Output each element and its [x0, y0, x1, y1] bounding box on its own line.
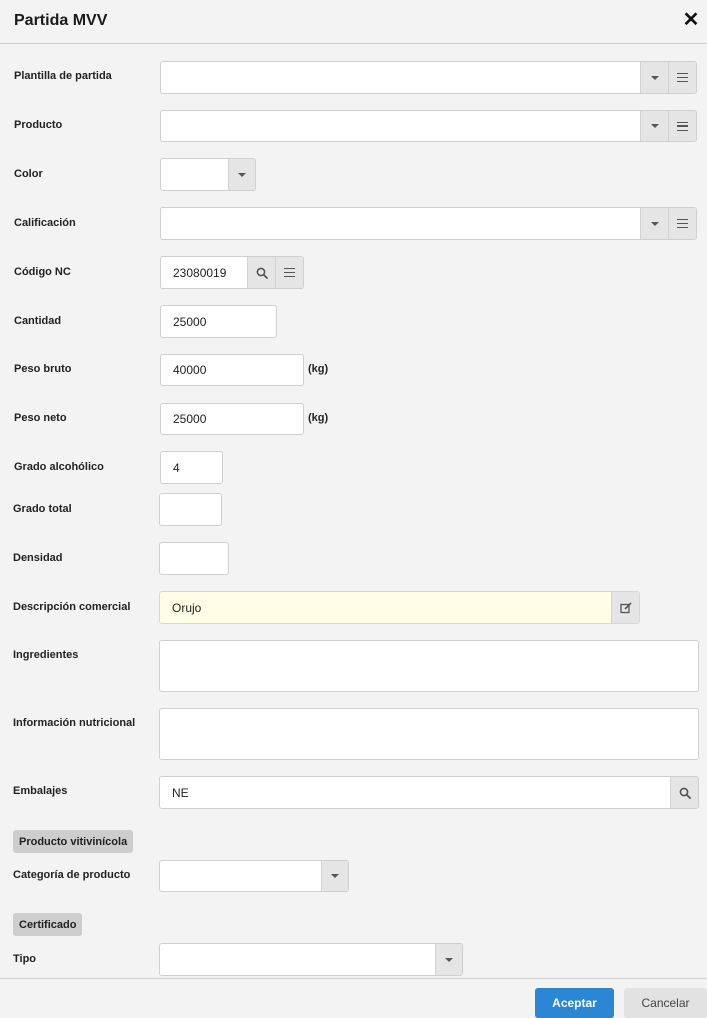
peso-neto-value: 25000	[173, 412, 207, 426]
peso-neto-input[interactable]: 25000	[160, 403, 304, 435]
chevron-down-icon	[650, 75, 659, 80]
chevron-down-icon	[445, 957, 453, 962]
peso-bruto-unit: (kg)	[308, 363, 329, 375]
ingredientes-label: Ingredientes	[13, 649, 79, 661]
peso-bruto-value: 40000	[173, 363, 207, 377]
cantidad-input[interactable]: 25000	[160, 305, 277, 338]
ingredientes-textarea[interactable]	[159, 640, 699, 692]
peso-neto-unit: (kg)	[308, 412, 329, 424]
embalajes-label: Embalajes	[13, 785, 68, 797]
producto-select[interactable]	[160, 110, 697, 142]
close-icon[interactable]: ✕	[682, 10, 700, 30]
edit-icon	[619, 601, 632, 613]
densidad-input[interactable]	[159, 542, 229, 575]
grado-alcoholico-value: 4	[173, 460, 180, 475]
categoria-producto-select[interactable]	[159, 860, 349, 892]
embalajes-search-button[interactable]	[670, 777, 698, 808]
grado-total-label: Grado total	[13, 503, 72, 515]
chevron-down-icon	[238, 172, 246, 177]
tipo-select[interactable]	[159, 943, 463, 976]
informacion-nutricional-label: Información nutricional	[13, 717, 136, 729]
tipo-dropdown-button[interactable]	[435, 944, 462, 975]
section-certificado: Certificado	[13, 913, 83, 936]
codigo-nc-value: 23080019	[173, 265, 227, 280]
accept-button[interactable]: Aceptar	[535, 988, 614, 1018]
calificacion-list-button[interactable]	[668, 208, 696, 239]
search-icon	[256, 267, 268, 279]
grado-alcoholico-input[interactable]: 4	[160, 451, 223, 484]
categoria-producto-label: Categoría de producto	[13, 869, 131, 881]
informacion-nutricional-value	[172, 709, 698, 759]
descripcion-comercial-field[interactable]: Orujo	[159, 591, 640, 624]
color-label: Color	[14, 168, 43, 180]
calificacion-value	[173, 208, 696, 239]
cancel-button[interactable]: Cancelar	[624, 988, 707, 1018]
codigo-nc-label: Código NC	[14, 266, 71, 278]
chevron-down-icon	[650, 124, 659, 128]
color-dropdown-button[interactable]	[228, 159, 255, 190]
codigo-nc-search-button[interactable]	[247, 257, 275, 288]
cantidad-value: 25000	[173, 314, 207, 329]
list-icon	[677, 121, 688, 131]
grado-total-input[interactable]	[159, 493, 222, 526]
plantilla-select[interactable]	[160, 61, 697, 94]
cantidad-label: Cantidad	[14, 315, 62, 327]
plantilla-dropdown-button[interactable]	[640, 62, 668, 93]
peso-bruto-input[interactable]: 40000	[160, 354, 304, 386]
dialog-header: Partida MVV ✕	[0, 0, 707, 44]
search-icon	[679, 787, 691, 799]
calificacion-select[interactable]	[160, 207, 697, 240]
plantilla-list-button[interactable]	[668, 62, 696, 93]
tipo-label: Tipo	[13, 953, 37, 965]
descripcion-comercial-value: Orujo	[172, 600, 202, 615]
section-producto-vitivinicola: Producto vitivinícola	[13, 830, 134, 853]
codigo-nc-list-button[interactable]	[275, 257, 303, 288]
producto-dropdown-button[interactable]	[640, 111, 668, 141]
color-select[interactable]	[160, 158, 256, 191]
calificacion-dropdown-button[interactable]	[640, 208, 668, 239]
producto-list-button[interactable]	[668, 111, 696, 141]
densidad-label: Densidad	[13, 552, 63, 564]
list-icon	[677, 219, 688, 228]
chevron-down-icon	[331, 874, 339, 878]
descripcion-comercial-label: Descripción comercial	[13, 601, 131, 613]
producto-value	[173, 111, 696, 141]
densidad-value	[172, 543, 228, 574]
plantilla-label: Plantilla de partida	[14, 70, 112, 82]
list-icon	[677, 73, 688, 82]
peso-bruto-label: Peso bruto	[14, 363, 72, 375]
calificacion-label: Calificación	[14, 217, 76, 229]
dialog-title: Partida MVV	[14, 12, 108, 29]
embalajes-field[interactable]: NE	[159, 776, 699, 809]
categoria-producto-dropdown-button[interactable]	[321, 861, 348, 891]
grado-alcoholico-label: Grado alcohólico	[14, 461, 104, 473]
producto-label: Producto	[14, 119, 63, 131]
list-icon	[284, 268, 295, 277]
descripcion-edit-button[interactable]	[611, 592, 639, 623]
grado-total-value	[172, 494, 221, 525]
peso-neto-label: Peso neto	[14, 412, 67, 424]
ingredientes-value	[172, 641, 698, 691]
chevron-down-icon	[650, 221, 659, 226]
codigo-nc-field[interactable]: 23080019	[160, 256, 304, 289]
tipo-value	[172, 944, 462, 975]
plantilla-value	[173, 62, 696, 93]
embalajes-value: NE	[172, 785, 189, 800]
informacion-nutricional-textarea[interactable]	[159, 708, 699, 760]
